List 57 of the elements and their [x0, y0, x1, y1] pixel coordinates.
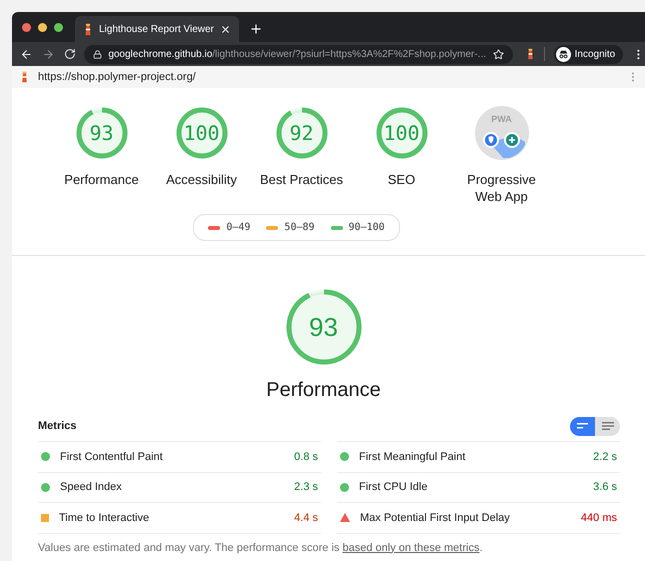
metric-value: 2.3 s	[294, 480, 318, 495]
plus-circle-icon	[504, 132, 520, 148]
metric-name: First Contentful Paint	[60, 450, 164, 464]
score-value: 100	[383, 123, 420, 143]
legend-label: 50–89	[284, 221, 315, 235]
profile-label: Incognito	[574, 48, 616, 62]
legend-label: 0–49	[226, 221, 250, 235]
metric-value: 440 ms	[580, 510, 617, 526]
footnote: Values are estimated and may vary. The performance score is based only on these metrics.	[38, 540, 484, 556]
pwa-label: PWA	[490, 115, 513, 124]
metric-value: 0.8 s	[294, 450, 318, 464]
tab-title: Lighthouse Report Viewer	[99, 22, 214, 36]
close-icon[interactable]	[220, 24, 231, 34]
metric-name: Time to Interactive	[59, 510, 150, 526]
reload-icon[interactable]	[64, 48, 76, 60]
gauge-label: Accessibility	[165, 171, 238, 188]
short-lines-icon	[576, 422, 588, 430]
back-icon[interactable]	[20, 48, 33, 60]
forward-icon[interactable]	[42, 48, 55, 60]
maximize-window-button[interactable]	[54, 22, 63, 32]
gauge-label: Performance	[63, 171, 140, 188]
score-value: 93	[89, 123, 114, 143]
lighthouse-icon	[83, 22, 93, 36]
metric-name: Speed Index	[60, 480, 123, 495]
category-title: Performance	[266, 378, 381, 403]
score-value: 93	[309, 314, 338, 340]
incognito-icon	[556, 46, 571, 62]
metric-value: 2.2 s	[593, 450, 617, 464]
minimize-window-button[interactable]	[38, 22, 47, 32]
view-toggle-button[interactable]	[570, 416, 595, 436]
legend-label: 90–100	[348, 221, 385, 235]
star-icon[interactable]	[492, 48, 504, 60]
metrics-link[interactable]: based only on these metrics	[342, 542, 480, 554]
url-text: googlechrome.github.io/lighthouse/viewer/?psiurl=https%3A%2F%2Fshop.polymer-...	[108, 48, 487, 62]
report-url: https://shop.polymer-project.org/	[38, 70, 197, 85]
gauge-label: SEO	[386, 171, 416, 188]
metric-value: 3.6 s	[593, 480, 617, 495]
browser-tab[interactable]: Lighthouse Report Viewer	[75, 16, 239, 42]
close-window-button[interactable]	[22, 22, 31, 32]
shield-icon	[482, 132, 498, 148]
metric-name: First CPU Idle	[359, 480, 428, 495]
new-tab-icon[interactable]	[249, 22, 263, 36]
address-bar[interactable]: googlechrome.github.io/lighthouse/viewer/?psiurl=https%3A%2F%2Fshop.polymer-...	[84, 44, 513, 64]
metrics-heading: Metrics	[38, 418, 77, 434]
profile-chip[interactable]: Incognito	[554, 44, 624, 64]
lines-icon	[602, 422, 614, 430]
metric-value: 4.4 s	[294, 510, 318, 526]
view-toggle-button[interactable]	[595, 416, 620, 436]
lighthouse-icon	[526, 48, 535, 60]
gauge-label: Best Practices	[258, 171, 344, 188]
gauge-label: Progressive Web App	[466, 171, 537, 205]
metric-name: First Meaningful Paint	[359, 450, 466, 464]
lock-icon	[93, 50, 102, 58]
metric-name: Max Potential First Input Delay	[360, 510, 511, 526]
score-value: 100	[183, 123, 220, 143]
score-value: 92	[289, 123, 314, 143]
lighthouse-icon	[20, 71, 29, 83]
